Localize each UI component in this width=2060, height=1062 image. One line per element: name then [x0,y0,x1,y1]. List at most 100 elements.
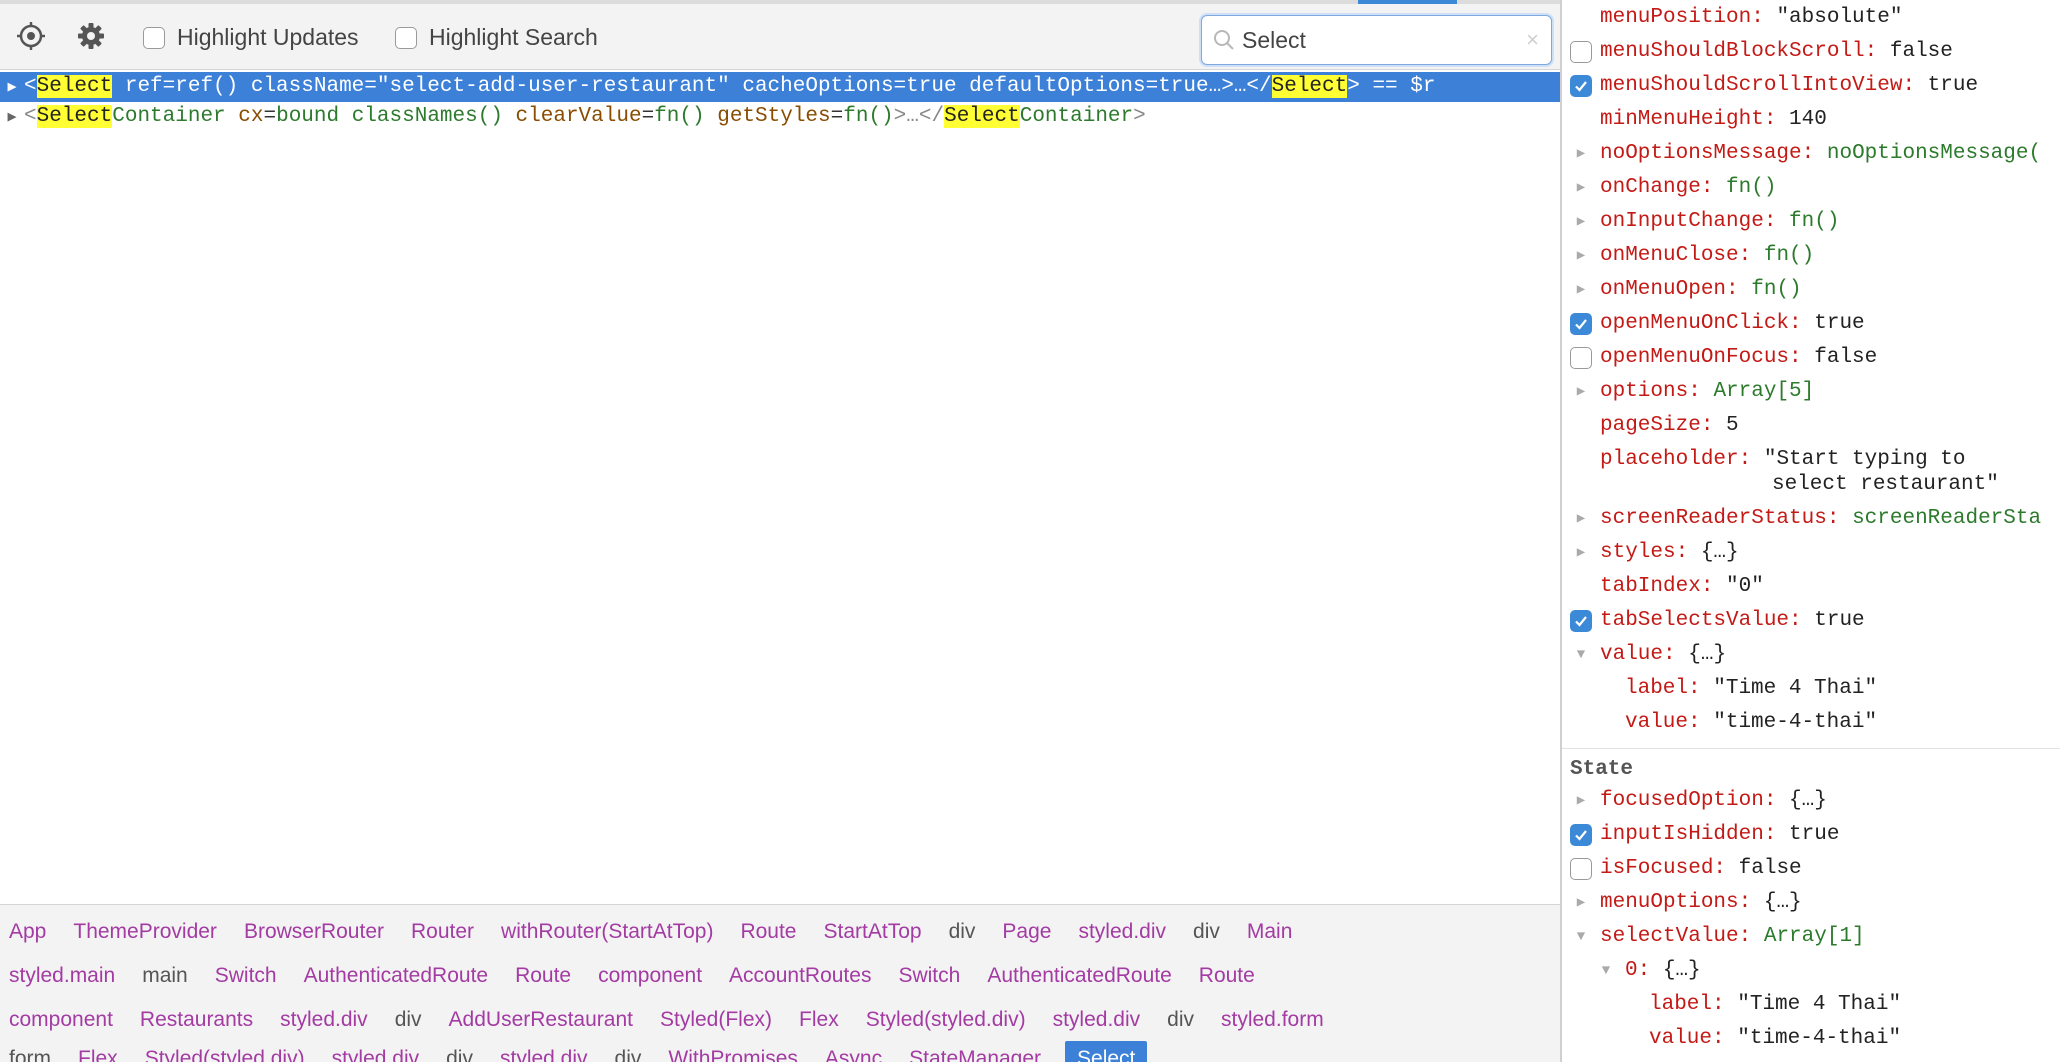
breadcrumb-item[interactable]: StartAtTop [815,914,940,950]
breadcrumb-item[interactable]: styled.div [271,1002,386,1038]
breadcrumb-item[interactable]: styled.div [491,1041,606,1062]
breadcrumb-item[interactable]: div [606,1041,660,1062]
breadcrumb-item[interactable]: div [1158,1002,1212,1038]
expand-arrow-icon[interactable]: ▶ [0,73,24,103]
breadcrumb-item[interactable]: Route [506,958,589,994]
breadcrumb-item[interactable]: Styled(styled.div) [136,1041,323,1062]
breadcrumb-item[interactable]: Restaurants [131,1002,271,1038]
prop-key: label: [1625,677,1701,700]
checkbox-box[interactable] [395,26,417,49]
prop-value[interactable]: 140 [1789,108,1827,131]
prop-text: tabSelectsValue: true [1600,604,1865,638]
breadcrumb-item[interactable]: form [0,1041,69,1062]
collapse-arrow-icon[interactable]: ▼ [1570,644,1592,666]
expand-arrow-icon[interactable]: ▶ [1570,143,1592,165]
breadcrumb-item[interactable]: component [589,958,720,994]
breadcrumb-item[interactable]: AddUserRestaurant [440,1002,651,1038]
breadcrumb-item[interactable]: StateManager [900,1041,1059,1062]
checked-checkbox-icon[interactable] [1570,610,1592,632]
prop-value[interactable]: "absolute" [1776,6,1902,29]
tag-bracket: >…</ [893,105,945,128]
collapse-arrow-icon[interactable]: ▼ [1595,960,1617,982]
checked-checkbox-icon[interactable] [1570,75,1592,97]
breadcrumb-item[interactable]: Main [1238,914,1311,950]
prop-value: fn() [1789,210,1840,233]
breadcrumb-item[interactable]: styled.main [0,958,133,994]
crosshair-target-icon[interactable] [13,18,49,54]
expand-arrow-icon[interactable]: ▶ [1570,790,1592,812]
unchecked-checkbox-icon[interactable] [1570,347,1592,369]
breadcrumb-item[interactable]: AuthenticatedRoute [295,958,506,994]
prop-text: minMenuHeight: 140 [1600,103,1827,137]
expand-arrow-icon[interactable]: ▶ [1570,542,1592,564]
breadcrumb-item[interactable]: styled.div [323,1041,438,1062]
breadcrumb-item[interactable]: div [437,1041,491,1062]
breadcrumb-item[interactable]: Switch [889,958,978,994]
breadcrumb-item[interactable]: Async [816,1041,900,1062]
breadcrumb-item[interactable]: WithPromises [659,1041,816,1062]
prop-value[interactable]: "0" [1726,575,1764,598]
breadcrumb-item[interactable]: main [133,958,206,994]
breadcrumb-item[interactable]: Flex [69,1041,136,1062]
expand-arrow-icon[interactable]: ▶ [1570,892,1592,914]
unchecked-checkbox-icon[interactable] [1570,41,1592,63]
breadcrumb-item[interactable]: Route [1190,958,1273,994]
search-input[interactable] [1242,24,1502,56]
prop-value[interactable]: "time-4-thai" [1713,711,1877,734]
breadcrumb-item[interactable]: styled.div [1044,1002,1159,1038]
prop-value[interactable]: 5 [1726,414,1739,437]
expand-arrow-icon[interactable]: ▶ [1570,279,1592,301]
prop-key: label: [1649,993,1725,1016]
breadcrumb-item[interactable]: withRouter(StartAtTop) [492,914,731,950]
expand-arrow-icon[interactable]: ▶ [1570,211,1592,233]
highlight-search-checkbox[interactable]: Highlight Search [395,24,598,51]
checked-checkbox-icon[interactable] [1570,824,1592,846]
breadcrumb-item[interactable]: div [1184,914,1238,950]
expand-arrow-icon[interactable]: ▶ [1570,245,1592,267]
breadcrumb-item[interactable]: Flex [790,1002,857,1038]
breadcrumb-item[interactable]: ThemeProvider [64,914,235,950]
breadcrumb-item[interactable]: styled.div [1069,914,1184,950]
prop-value: screenReaderSta [1852,507,2042,530]
checkbox-box[interactable] [143,26,165,49]
tree-row-select[interactable]: ▶ <Select ref=ref() className="select-add… [0,72,1560,102]
expand-arrow-icon[interactable]: ▶ [0,103,24,133]
breadcrumb-item[interactable]: AuthenticatedRoute [978,958,1189,994]
prop-value: false [1889,40,1953,63]
breadcrumb-item[interactable]: Select [1065,1041,1148,1062]
unchecked-checkbox-icon[interactable] [1570,858,1592,880]
breadcrumb-item[interactable]: div [386,1002,440,1038]
prop-value: {…} [1688,643,1727,666]
expand-arrow-icon[interactable]: ▶ [1570,508,1592,530]
search-box[interactable]: × [1201,15,1552,65]
prop-value[interactable]: "time-4-thai" [1737,1027,1901,1050]
breadcrumb-item[interactable]: Styled(styled.div) [857,1002,1044,1038]
breadcrumb-item[interactable]: BrowserRouter [235,914,402,950]
prop-key: openMenuOnClick: [1600,312,1802,335]
expand-arrow-icon[interactable]: ▶ [1570,177,1592,199]
expand-arrow-icon[interactable]: ▶ [1570,381,1592,403]
breadcrumb-item[interactable]: App [0,914,64,950]
tag-bracket: > [1133,105,1146,128]
breadcrumb-item[interactable]: component [0,1002,131,1038]
close-icon[interactable]: × [1526,28,1539,52]
breadcrumb-item[interactable]: Switch [206,958,295,994]
checked-checkbox-icon[interactable] [1570,313,1592,335]
prop-value[interactable]: "Time 4 Thai" [1713,677,1877,700]
gear-icon[interactable] [73,18,109,54]
prop-value[interactable]: "Time 4 Thai" [1737,993,1901,1016]
toolbar: Highlight Updates Highlight Search × [0,4,1560,70]
state-heading: State [1570,758,1634,781]
breadcrumb-item[interactable]: Router [402,914,492,950]
prop-value: true [1814,312,1865,335]
highlight-updates-checkbox[interactable]: Highlight Updates [143,24,359,51]
breadcrumb-item[interactable]: div [940,914,994,950]
breadcrumb-item[interactable]: Styled(Flex) [651,1002,790,1038]
breadcrumb-item[interactable]: Route [731,914,814,950]
tree-row-select-container[interactable]: ▶ <SelectContainer cx=bound classNames() … [0,102,1560,132]
breadcrumb-item[interactable]: AccountRoutes [720,958,889,994]
collapse-arrow-icon[interactable]: ▼ [1570,926,1592,948]
breadcrumb-item[interactable]: Page [993,914,1069,950]
prop-text: onChange: fn() [1600,171,1776,205]
breadcrumb-item[interactable]: styled.form [1212,1002,1342,1038]
